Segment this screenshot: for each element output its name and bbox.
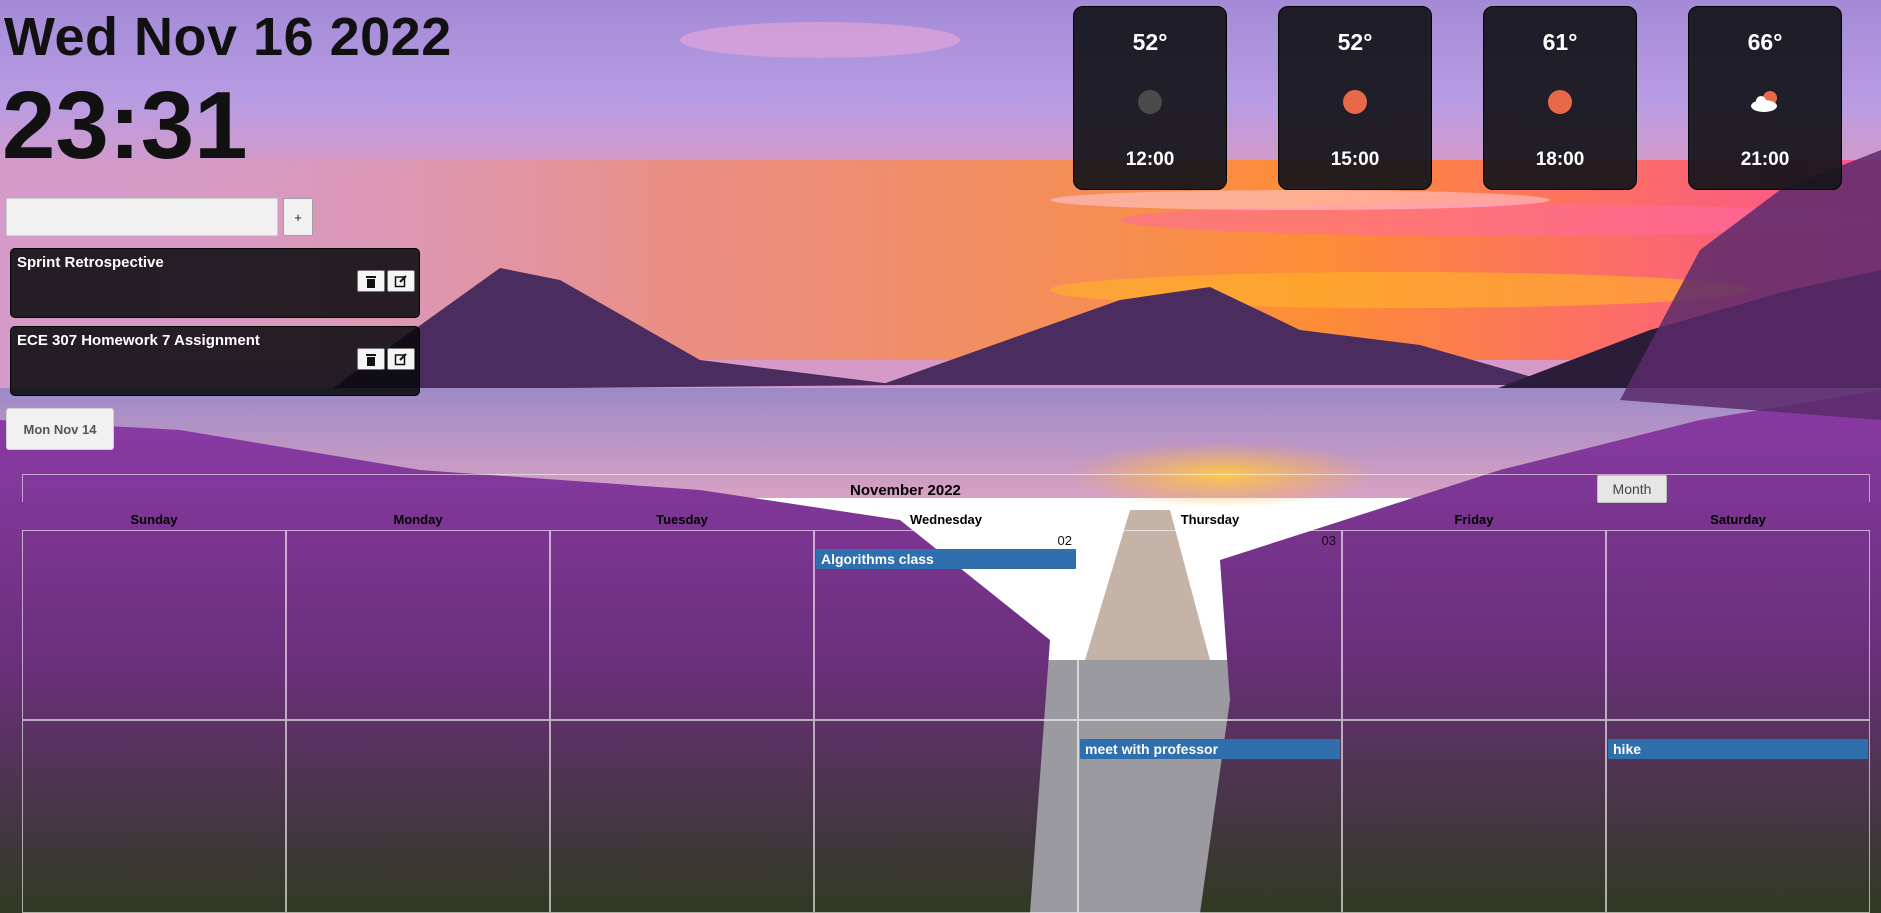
calendar-day-cell[interactable] xyxy=(22,530,286,720)
moon-icon xyxy=(1138,90,1162,114)
weather-time: 12:00 xyxy=(1125,149,1175,170)
edit-icon xyxy=(394,353,407,366)
weather-time: 18:00 xyxy=(1535,149,1585,170)
calendar-event[interactable]: meet with professor xyxy=(1080,739,1340,759)
calendar-day-cell[interactable] xyxy=(1342,530,1606,720)
calendar-grid: Sunday Monday Tuesday Wednesday Thursday… xyxy=(22,512,1870,913)
edit-todo-button[interactable] xyxy=(387,270,415,292)
todo-input[interactable] xyxy=(6,198,278,236)
calendar-day-cell[interactable] xyxy=(286,530,550,720)
day-number: 03 xyxy=(1321,533,1336,548)
current-time: 23:31 xyxy=(2,72,248,179)
todo-item-title: ECE 307 Homework 7 Assignment xyxy=(17,332,260,349)
delete-todo-button[interactable] xyxy=(357,348,385,370)
trash-icon xyxy=(366,353,376,366)
weather-temp: 61° xyxy=(1542,29,1578,55)
weather-time: 21:00 xyxy=(1740,149,1790,170)
delete-todo-button[interactable] xyxy=(357,270,385,292)
weekday-header-friday: Friday xyxy=(1454,512,1494,527)
partly-cloudy-icon xyxy=(1751,91,1777,112)
sun-icon xyxy=(1343,90,1367,114)
calendar-day-cell[interactable]: 03 xyxy=(1078,530,1342,720)
calendar-day-cell[interactable] xyxy=(550,530,814,720)
weather-card: 66° 21:00 xyxy=(1688,6,1842,190)
weekday-header-saturday: Saturday xyxy=(1710,512,1766,527)
weather-card: 61° 18:00 xyxy=(1483,6,1637,190)
calendar-event[interactable]: hike xyxy=(1608,739,1868,759)
calendar-day-cell[interactable] xyxy=(286,720,550,913)
calendar-day-cell[interactable] xyxy=(1606,530,1870,720)
todo-item-title: Sprint Retrospective xyxy=(17,254,164,271)
edit-todo-button[interactable] xyxy=(387,348,415,370)
edit-icon xyxy=(394,275,407,288)
calendar-title: November 2022 xyxy=(850,482,961,499)
calendar-day-cell[interactable] xyxy=(550,720,814,913)
todo-item: ECE 307 Homework 7 Assignment xyxy=(10,326,420,396)
weekday-header-wednesday: Wednesday xyxy=(909,512,982,527)
weather-card: 52° 12:00 xyxy=(1073,6,1227,190)
calendar-event[interactable]: Algorithms class xyxy=(816,549,1076,569)
weekday-header-monday: Monday xyxy=(393,512,443,527)
weather-card: 52° 15:00 xyxy=(1278,6,1432,190)
current-date: Wed Nov 16 2022 xyxy=(4,7,452,67)
calendar-day-cell[interactable] xyxy=(22,720,286,913)
weather-temp: 52° xyxy=(1132,29,1168,55)
calendar-day-cell[interactable] xyxy=(1342,720,1606,913)
trash-icon xyxy=(366,275,376,288)
weekday-header-sunday: Sunday xyxy=(130,512,178,527)
weather-time: 15:00 xyxy=(1330,149,1380,170)
sun-icon xyxy=(1548,90,1572,114)
weather-temp: 66° xyxy=(1747,29,1783,55)
day-number: 02 xyxy=(1057,533,1072,548)
month-view-button[interactable]: Month xyxy=(1597,475,1667,503)
add-todo-button[interactable]: + xyxy=(283,198,313,236)
weekday-header-tuesday: Tuesday xyxy=(656,512,708,527)
weekday-header-thursday: Thursday xyxy=(1180,512,1240,527)
weather-temp: 52° xyxy=(1337,29,1373,55)
calendar-day-cell[interactable] xyxy=(814,720,1078,913)
todo-item: Sprint Retrospective xyxy=(10,248,420,318)
selected-date-button[interactable]: Mon Nov 14 xyxy=(6,408,114,450)
